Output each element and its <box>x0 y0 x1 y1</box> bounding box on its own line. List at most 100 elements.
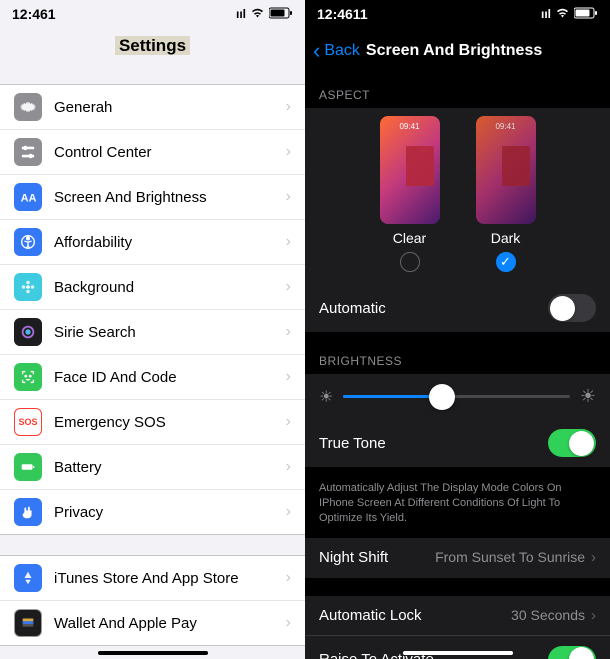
battery-icon <box>14 453 42 481</box>
radio-checked[interactable]: ✓ <box>496 252 516 272</box>
row-control-center[interactable]: Control Center › <box>0 130 305 175</box>
slider-thumb[interactable] <box>429 384 455 410</box>
gear-icon <box>14 93 42 121</box>
row-label: Night Shift <box>319 549 388 566</box>
row-label: iTunes Store And App Store <box>54 570 286 587</box>
nav-bar: ‹ Back Screen And Brightness <box>305 28 610 74</box>
row-label: Automatic Lock <box>319 607 422 624</box>
sliders-icon <box>14 138 42 166</box>
row-sos[interactable]: SOS Emergency SOS › <box>0 400 305 445</box>
status-bar: 12:461 ııl <box>0 0 305 28</box>
chevron-right-icon: › <box>286 188 291 206</box>
nav-title: Screen And Brightness <box>366 42 542 60</box>
light-preview: 09:41 <box>380 116 440 224</box>
row-night-shift[interactable]: Night Shift From Sunset To Sunrise › <box>305 538 610 578</box>
row-itunes[interactable]: iTunes Store And App Store › <box>0 556 305 601</box>
row-label: Face ID And Code <box>54 369 286 386</box>
chevron-right-icon: › <box>286 98 291 116</box>
dark-preview: 09:41 <box>476 116 536 224</box>
text-size-icon: AA <box>14 183 42 211</box>
true-tone-footnote: Automatically Adjust The Display Mode Co… <box>305 475 610 538</box>
row-raise-to-wake[interactable]: Raise To Activate <box>305 636 610 659</box>
row-wallet[interactable]: Wallet And Apple Pay › <box>0 601 305 645</box>
page-title: Settings <box>0 28 305 70</box>
row-value: From Sunset To Sunrise <box>435 549 585 565</box>
row-wallpaper[interactable]: Background › <box>0 265 305 310</box>
row-automatic[interactable]: Automatic <box>305 284 610 332</box>
toggle-off[interactable] <box>548 294 596 322</box>
wallet-icon <box>14 609 42 637</box>
brightness-header: Brightness <box>305 340 610 374</box>
appearance-dark[interactable]: 09:41 Dark ✓ <box>476 116 536 272</box>
appearance-light[interactable]: 09:41 Clear <box>380 116 440 272</box>
row-auto-lock[interactable]: Automatic Lock 30 Seconds › <box>305 596 610 636</box>
row-siri[interactable]: Sirie Search › <box>0 310 305 355</box>
sun-small-icon: ☀︎ <box>319 387 333 407</box>
signal-icon: ııl <box>236 7 246 21</box>
sos-icon: SOS <box>14 408 42 436</box>
row-privacy[interactable]: Privacy › <box>0 490 305 534</box>
toggle-on[interactable] <box>548 646 596 659</box>
row-label: Emergency SOS <box>54 414 286 431</box>
svg-text:AA: AA <box>21 193 37 205</box>
chevron-right-icon: › <box>286 458 291 476</box>
row-label: Control Center <box>54 144 286 161</box>
settings-screen: 12:461 ııl Settings Generah › Control Ce… <box>0 0 305 659</box>
sun-large-icon: ☀︎ <box>580 386 596 407</box>
appearance-group: 09:41 Clear 09:41 Dark ✓ Automatic <box>305 108 610 332</box>
chevron-right-icon: › <box>286 143 291 161</box>
chevron-right-icon: › <box>286 569 291 587</box>
status-bar: 12:4611 ııl <box>305 0 610 28</box>
night-shift-group: Night Shift From Sunset To Sunrise › <box>305 538 610 578</box>
siri-icon <box>14 318 42 346</box>
row-label: Automatic <box>319 300 386 317</box>
home-indicator[interactable] <box>403 651 513 655</box>
row-label: Affordability <box>54 234 286 251</box>
wifi-icon <box>250 7 265 21</box>
chevron-right-icon: › <box>591 549 596 566</box>
chevron-right-icon: › <box>591 607 596 624</box>
toggle-on[interactable] <box>548 429 596 457</box>
row-true-tone[interactable]: True Tone <box>305 419 610 467</box>
appearance-label: Clear <box>393 230 426 246</box>
chevron-right-icon: › <box>286 503 291 521</box>
lock-group: Automatic Lock 30 Seconds › Raise To Acti… <box>305 596 610 659</box>
home-indicator[interactable] <box>98 651 208 655</box>
radio-unchecked[interactable] <box>400 252 420 272</box>
chevron-right-icon: › <box>286 614 291 632</box>
chevron-right-icon: › <box>286 413 291 431</box>
row-label: Battery <box>54 459 286 476</box>
row-value: 30 Seconds <box>511 607 585 623</box>
brightness-slider-row: ☀︎ ☀︎ <box>305 374 610 419</box>
status-time: 12:461 <box>12 6 56 22</box>
row-label: Screen And Brightness <box>54 189 286 206</box>
flower-icon <box>14 273 42 301</box>
row-label: Privacy <box>54 504 286 521</box>
face-id-icon <box>14 363 42 391</box>
row-label: Wallet And Apple Pay <box>54 615 286 632</box>
back-button[interactable]: Back <box>324 42 360 60</box>
chevron-right-icon: › <box>286 233 291 251</box>
brightness-slider[interactable] <box>343 395 570 398</box>
settings-section-main: Generah › Control Center › AA Screen And… <box>0 84 305 535</box>
battery-icon <box>269 7 293 22</box>
chevron-left-icon[interactable]: ‹ <box>313 38 320 64</box>
status-time: 12:4611 <box>317 6 368 22</box>
chevron-right-icon: › <box>286 323 291 341</box>
row-display[interactable]: AA Screen And Brightness › <box>0 175 305 220</box>
row-battery[interactable]: Battery › <box>0 445 305 490</box>
accessibility-icon <box>14 228 42 256</box>
chevron-right-icon: › <box>286 278 291 296</box>
hand-icon <box>14 498 42 526</box>
row-label: Sirie Search <box>54 324 286 341</box>
row-general[interactable]: Generah › <box>0 85 305 130</box>
row-label: Generah <box>54 99 286 116</box>
battery-icon <box>574 7 598 22</box>
row-accessibility[interactable]: Affordability › <box>0 220 305 265</box>
appearance-label: Dark <box>491 230 521 246</box>
status-indicators: ııl <box>236 7 293 22</box>
row-faceid[interactable]: Face ID And Code › <box>0 355 305 400</box>
wifi-icon <box>555 7 570 21</box>
row-label: Background <box>54 279 286 296</box>
chevron-right-icon: › <box>286 368 291 386</box>
